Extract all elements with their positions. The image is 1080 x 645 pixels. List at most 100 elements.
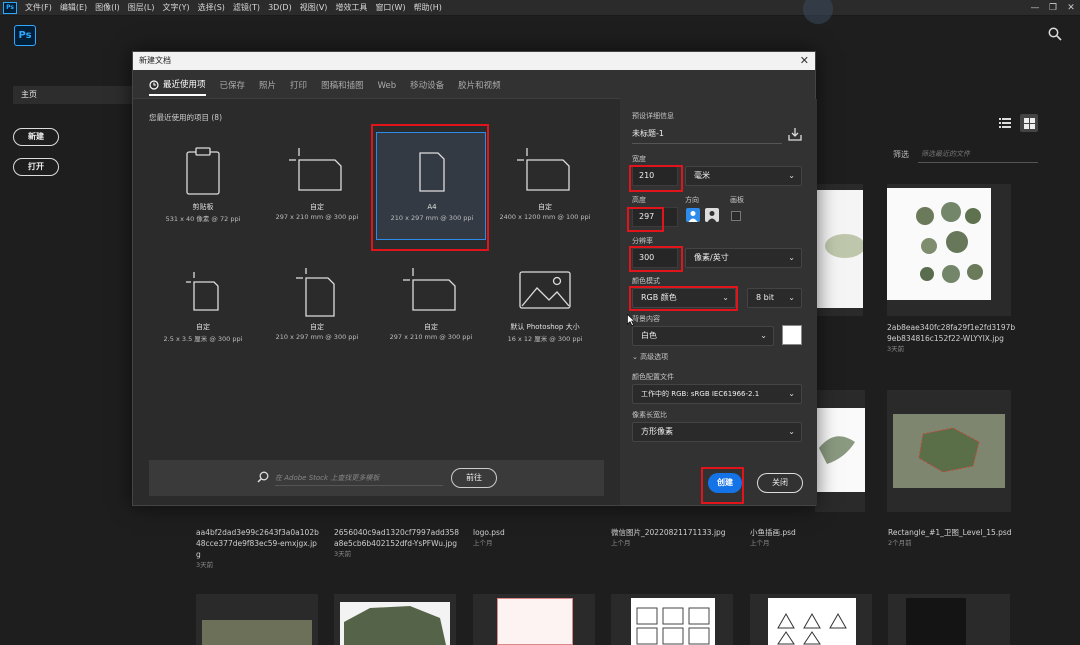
home-header: Ps — [0, 16, 1080, 56]
bit-depth-select[interactable]: 8 bit ⌄ — [747, 288, 802, 308]
dialog-titlebar: 新建文档 ✕ — [133, 52, 815, 70]
highlight-box — [629, 246, 683, 272]
preset-clipboard[interactable]: 剪贴板 531 x 40 像素 @ 72 ppi — [148, 132, 258, 240]
unit-select[interactable]: 毫米 ⌄ — [685, 166, 802, 186]
thumbnail-image — [768, 598, 856, 645]
preset-details-label: 预设详细信息 — [632, 112, 674, 120]
file-thumbnail[interactable] — [334, 594, 456, 645]
document-name-input[interactable]: 未标题-1 — [632, 128, 782, 144]
menu-edit[interactable]: 编辑(E) — [56, 0, 91, 16]
landscape-orientation-icon[interactable] — [705, 208, 719, 222]
artboard-checkbox[interactable] — [731, 211, 741, 221]
preset-custom[interactable]: 自定 297 x 210 mm @ 300 ppi — [262, 132, 372, 240]
file-thumbnail[interactable] — [887, 184, 1011, 316]
thumbnail-image — [815, 190, 865, 308]
chevron-down-icon: ⌄ — [632, 353, 641, 361]
file-thumbnail[interactable] — [815, 184, 865, 316]
thumbnail-image — [906, 598, 966, 645]
open-file-button[interactable]: 打开 — [13, 158, 59, 176]
preset-custom[interactable]: 自定 297 x 210 mm @ 300 ppi — [376, 252, 486, 360]
landscape-document-icon — [376, 266, 486, 316]
color-profile-label: 颜色配置文件 — [632, 373, 674, 381]
preset-custom[interactable]: 自定 2.5 x 3.5 厘米 @ 300 ppi — [148, 252, 258, 360]
preset-size: 16 x 12 厘米 @ 300 ppi — [507, 335, 583, 343]
tab-saved[interactable]: 已保存 — [220, 76, 246, 96]
preset-default-photoshop[interactable]: 默认 Photoshop 大小 16 x 12 厘米 @ 300 ppi — [490, 252, 600, 360]
file-name: Rectangle_#1_卫图_Level_15.psd — [888, 528, 1012, 537]
file-thumbnail[interactable] — [815, 390, 865, 512]
menu-select[interactable]: 选择(S) — [194, 0, 229, 16]
grid-view-icon[interactable] — [1020, 114, 1038, 132]
file-thumbnail[interactable] — [473, 594, 595, 645]
preset-custom[interactable]: 自定 210 x 297 mm @ 300 ppi — [262, 252, 372, 360]
pixel-aspect-ratio-label: 像素长宽比 — [632, 411, 667, 419]
background-select[interactable]: 白色 ⌄ — [632, 326, 774, 346]
file-thumbnail[interactable] — [750, 594, 872, 645]
dialog-close-icon[interactable]: ✕ — [800, 52, 809, 70]
pixel-aspect-ratio-select[interactable]: 方形像素 ⌄ — [632, 422, 802, 442]
preset-size: 531 x 40 像素 @ 72 ppi — [165, 215, 241, 223]
menu-type[interactable]: 文字(Y) — [158, 0, 193, 16]
bit-depth-value: 8 bit — [756, 293, 775, 302]
pixel-aspect-ratio-value: 方形像素 — [641, 427, 673, 436]
preset-size: 2400 x 1200 mm @ 100 ppi — [499, 213, 591, 221]
minimize-button[interactable]: — — [1026, 0, 1044, 16]
save-preset-icon[interactable] — [788, 127, 802, 141]
file-time: 2个月前 — [888, 539, 912, 547]
file-caption: 2ab8eae340fc28fa29f1e2fd3197b9eb834816c1… — [887, 322, 1017, 355]
stock-search-bar: 在 Adobe Stock 上查找更多模板 前往 — [149, 460, 604, 496]
file-caption: 微信图片_20220821171133.jpg 上个月 — [611, 527, 739, 549]
file-thumbnail[interactable] — [887, 390, 1011, 512]
menu-help[interactable]: 帮助(H) — [410, 0, 446, 16]
list-view-icon[interactable] — [996, 114, 1014, 132]
file-time: 3天前 — [196, 561, 214, 569]
portrait-orientation-icon[interactable] — [686, 208, 700, 222]
tab-label: 最近使用项 — [163, 80, 206, 90]
menu-window[interactable]: 窗口(W) — [371, 0, 409, 16]
filter-input[interactable]: 筛选最近的文件 — [918, 145, 1038, 163]
file-thumbnail[interactable] — [196, 594, 318, 645]
preset-custom[interactable]: 自定 2400 x 1200 mm @ 100 ppi — [490, 132, 600, 240]
tab-divider — [133, 98, 620, 99]
resolution-unit-select[interactable]: 像素/英寸 ⌄ — [685, 248, 802, 268]
file-thumbnail[interactable] — [888, 594, 1010, 645]
tab-recent[interactable]: 最近使用项 — [149, 76, 206, 96]
preset-tabs: 最近使用项 已保存 照片 打印 图稿和插图 Web 移动设备 胶片和视频 — [149, 76, 515, 96]
tab-photo[interactable]: 照片 — [259, 76, 276, 96]
stock-search-input[interactable]: 在 Adobe Stock 上查找更多模板 — [275, 469, 443, 486]
advanced-options-toggle[interactable]: ⌄ 高级选项 — [632, 352, 668, 362]
orientation-label: 方向 — [685, 196, 699, 204]
tab-print[interactable]: 打印 — [290, 76, 307, 96]
file-time: 上个月 — [750, 539, 770, 547]
restore-button[interactable]: ❐ — [1044, 0, 1062, 16]
window-close-button[interactable]: ✕ — [1062, 0, 1080, 16]
tab-mobile[interactable]: 移动设备 — [410, 76, 444, 96]
tab-web[interactable]: Web — [378, 76, 397, 96]
background-color-swatch[interactable] — [782, 325, 802, 345]
color-profile-select[interactable]: 工作中的 RGB: sRGB IEC61966-2.1 ⌄ — [632, 384, 802, 404]
menu-3d[interactable]: 3D(D) — [264, 0, 296, 16]
search-icon[interactable] — [1048, 27, 1062, 41]
stock-go-button[interactable]: 前往 — [451, 468, 497, 488]
tab-art-illustration[interactable]: 图稿和插图 — [321, 76, 364, 96]
menu-view[interactable]: 视图(V) — [296, 0, 332, 16]
file-time: 上个月 — [473, 539, 493, 547]
menu-file[interactable]: 文件(F) — [21, 0, 56, 16]
color-profile-value: 工作中的 RGB: sRGB IEC61966-2.1 — [641, 390, 760, 398]
file-thumbnail[interactable] — [611, 594, 733, 645]
menu-filter[interactable]: 滤镜(T) — [229, 0, 264, 16]
sidebar-item-home[interactable]: 主页 — [13, 86, 143, 104]
preset-name: 自定 — [424, 323, 438, 331]
dialog-title: 新建文档 — [139, 56, 171, 65]
menu-plugins[interactable]: 增效工具 — [331, 0, 371, 16]
file-time: 上个月 — [611, 539, 631, 547]
menu-image[interactable]: 图像(I) — [91, 0, 124, 16]
menu-layer[interactable]: 图层(L) — [124, 0, 159, 16]
recent-items-label: 您最近使用的项目 (8) — [149, 113, 223, 122]
close-button[interactable]: 关闭 — [757, 473, 803, 493]
tab-film-video[interactable]: 胶片和视频 — [458, 76, 501, 96]
filter-label: 筛选 — [893, 150, 909, 159]
new-file-button[interactable]: 新建 — [13, 128, 59, 146]
search-icon — [257, 471, 269, 483]
file-name: aa4bf2dad3e99c2643f3a0a102b48cce377de9f8… — [196, 528, 319, 559]
